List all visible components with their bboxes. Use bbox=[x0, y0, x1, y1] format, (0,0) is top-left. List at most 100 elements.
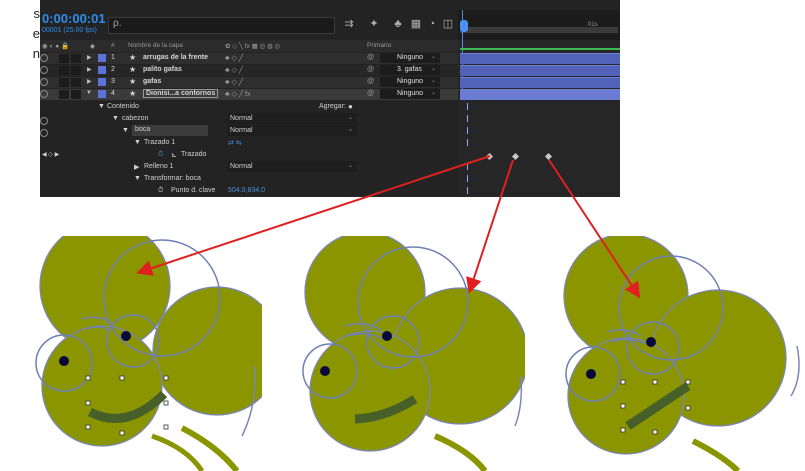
collapse-triangle-icon[interactable]: ▼ bbox=[98, 103, 105, 110]
pick-whip-icon[interactable]: @ bbox=[367, 54, 374, 61]
pick-whip-icon[interactable]: @ bbox=[367, 90, 374, 97]
visibility-eye-icon[interactable] bbox=[40, 78, 48, 86]
layer-name[interactable]: arrugas de la frente bbox=[143, 54, 208, 61]
layer-row[interactable]: ▶ 1 ★ arrugas de la frente ♣ ◇ ╱ @ Ningu… bbox=[40, 53, 458, 64]
layer-duration-bar[interactable] bbox=[460, 77, 620, 88]
visibility-eye-icon[interactable] bbox=[40, 66, 48, 74]
layer-number: 2 bbox=[111, 66, 115, 73]
collapse-triangle-icon[interactable]: ▼ bbox=[134, 175, 141, 182]
expand-triangle-icon[interactable]: ▶ bbox=[134, 163, 139, 171]
label-color-swatch[interactable] bbox=[98, 78, 106, 86]
shy-layers-icon[interactable]: ♣ bbox=[392, 18, 404, 30]
comp-flowchart-icon[interactable]: ⇉ bbox=[343, 18, 355, 30]
column-parent[interactable]: Primario bbox=[367, 42, 391, 49]
pupil-right bbox=[121, 331, 131, 341]
head-circle-bottom bbox=[41, 325, 163, 447]
pupil-right bbox=[646, 337, 656, 347]
layer-switches[interactable]: ♣ ◇ ╱ fx bbox=[225, 90, 250, 98]
current-timecode[interactable]: 0:00:00:01 bbox=[42, 11, 106, 26]
graph-icon[interactable]: ⊾ bbox=[171, 151, 177, 159]
add-label[interactable]: Agregar: bbox=[319, 103, 346, 110]
expand-triangle-icon[interactable]: ▶ bbox=[87, 66, 92, 73]
side-text-line: s bbox=[33, 6, 41, 21]
collapse-triangle-icon[interactable]: ▼ bbox=[112, 115, 119, 122]
layer-row-selected[interactable]: ▼ 4 ★ Dionisi...a contornos ♣ ◇ ╱ fx @ N… bbox=[40, 89, 458, 100]
side-text-line: n bbox=[32, 46, 40, 61]
path-direction-icon[interactable]: ⇄ ⇆ bbox=[228, 139, 242, 147]
head-circle-bottom bbox=[309, 330, 431, 452]
column-layer-name[interactable]: Nombre de la capa bbox=[128, 42, 183, 49]
parent-dropdown[interactable]: Ninguno ⌄ bbox=[380, 53, 440, 63]
layer-duration-bar[interactable] bbox=[460, 65, 620, 76]
layer-name[interactable]: palito gafas bbox=[143, 66, 182, 73]
layer-switches[interactable]: ♣ ◇ ╱ bbox=[225, 66, 243, 74]
layer-row[interactable]: ▶ 3 ★ gafas ♣ ◇ ╱ @ Ninguno ⌄ bbox=[40, 77, 458, 88]
collapse-triangle-icon[interactable]: ▼ bbox=[86, 90, 92, 96]
pick-whip-icon[interactable]: @ bbox=[367, 78, 374, 85]
keyframe-diamond[interactable] bbox=[511, 152, 520, 161]
graph-editor-icon[interactable]: ◫ bbox=[442, 18, 454, 30]
property-label: Trazado bbox=[181, 151, 207, 158]
chevron-down-icon: ⌄ bbox=[348, 127, 354, 133]
layer-name-edit[interactable]: Dionisi...a contornos bbox=[143, 89, 219, 98]
timeline-panel: 0:00:00:01 00001 (25.00 fps) ρ. ⇉ ✦ ♣ ▦ … bbox=[40, 0, 620, 197]
stopwatch-icon[interactable]: ⏱ bbox=[158, 151, 163, 159]
chevron-down-icon: ⌄ bbox=[348, 115, 354, 121]
anchor-value[interactable]: 504.0,834.0 bbox=[228, 187, 265, 194]
keyframe-diamond[interactable] bbox=[544, 152, 553, 161]
character-frame-2 bbox=[285, 236, 525, 471]
expand-triangle-icon[interactable]: ▶ bbox=[87, 78, 92, 85]
pupil-left bbox=[586, 369, 596, 379]
visibility-eye-icon[interactable] bbox=[40, 129, 48, 137]
keyframe-diamond[interactable] bbox=[485, 152, 494, 161]
visibility-eye-icon[interactable] bbox=[40, 90, 48, 98]
collapse-triangle-icon[interactable]: ▼ bbox=[134, 139, 141, 146]
motion-blur-icon[interactable]: ◔ bbox=[426, 18, 438, 30]
character-frame-3 bbox=[553, 236, 805, 471]
label-color-swatch[interactable] bbox=[98, 66, 106, 74]
shape-layer-star-icon: ★ bbox=[129, 53, 137, 62]
blend-mode-dropdown[interactable]: Normal ⌄ bbox=[227, 161, 357, 172]
add-circle-icon[interactable]: ● bbox=[348, 102, 353, 111]
layer-switches[interactable]: ♣ ◇ ╱ bbox=[225, 54, 243, 62]
layer-number: 1 bbox=[111, 54, 115, 61]
blend-mode-dropdown[interactable]: Normal ⌄ bbox=[227, 113, 357, 124]
ibeam-marker: I bbox=[467, 187, 470, 194]
expand-triangle-icon[interactable]: ▶ bbox=[87, 54, 92, 61]
shape-layer-star-icon: ★ bbox=[129, 65, 137, 74]
parent-dropdown[interactable]: Ninguno ⌄ bbox=[380, 77, 440, 87]
transform-label: Transformar: boca bbox=[144, 175, 201, 182]
label-color-swatch[interactable] bbox=[98, 90, 106, 98]
property-label: Contenido bbox=[107, 103, 139, 110]
av-switches-icon: ◉ ◐ ● 🔒 bbox=[42, 43, 70, 50]
timeline-area[interactable]: 01s I I I I I I I bbox=[458, 0, 620, 197]
chevron-down-icon: ⌄ bbox=[348, 163, 354, 169]
pupil-left bbox=[320, 366, 330, 376]
character-illustration bbox=[35, 236, 262, 471]
parent-dropdown[interactable]: 3. gafas ⌄ bbox=[380, 65, 440, 75]
layer-row[interactable]: ▶ 2 ★ palito gafas ♣ ◇ ╱ @ 3. gafas ⌄ bbox=[40, 65, 458, 76]
time-ruler[interactable]: 01s bbox=[458, 10, 620, 40]
property-row[interactable]: ⏱ Punto d. clave 504.0,834.0 bbox=[40, 185, 458, 197]
visibility-eye-icon[interactable] bbox=[40, 117, 48, 125]
pick-whip-icon[interactable]: @ bbox=[367, 66, 374, 73]
group-label-selected: boca bbox=[132, 125, 208, 136]
blend-mode-dropdown[interactable]: Normal ⌄ bbox=[227, 125, 357, 136]
stopwatch-icon[interactable]: ⏱ bbox=[158, 187, 163, 195]
draft-3d-icon[interactable]: ✦ bbox=[368, 18, 380, 30]
shape-layer-star-icon: ★ bbox=[129, 89, 137, 98]
layer-duration-bar[interactable] bbox=[460, 53, 620, 64]
panel-toolbar: 0:00:00:01 00001 (25.00 fps) ρ. ⇉ ✦ ♣ ▦ … bbox=[40, 0, 458, 40]
visibility-eye-icon[interactable] bbox=[40, 54, 48, 62]
layer-duration-bar[interactable] bbox=[460, 89, 620, 100]
collapse-triangle-icon[interactable]: ▼ bbox=[122, 127, 129, 134]
keyframe-nav-icon[interactable]: ◀ ◇ ▶ bbox=[42, 151, 59, 158]
layer-search-input[interactable]: ρ. bbox=[108, 17, 335, 34]
character-illustration bbox=[563, 236, 800, 471]
layer-switches[interactable]: ♣ ◇ ╱ bbox=[225, 78, 243, 86]
parent-dropdown[interactable]: Ninguno ⌄ bbox=[380, 89, 440, 99]
layer-name[interactable]: gafas bbox=[143, 78, 161, 85]
frame-blending-icon[interactable]: ▦ bbox=[410, 18, 422, 30]
label-color-swatch[interactable] bbox=[98, 54, 106, 62]
pupil-left bbox=[59, 356, 69, 366]
